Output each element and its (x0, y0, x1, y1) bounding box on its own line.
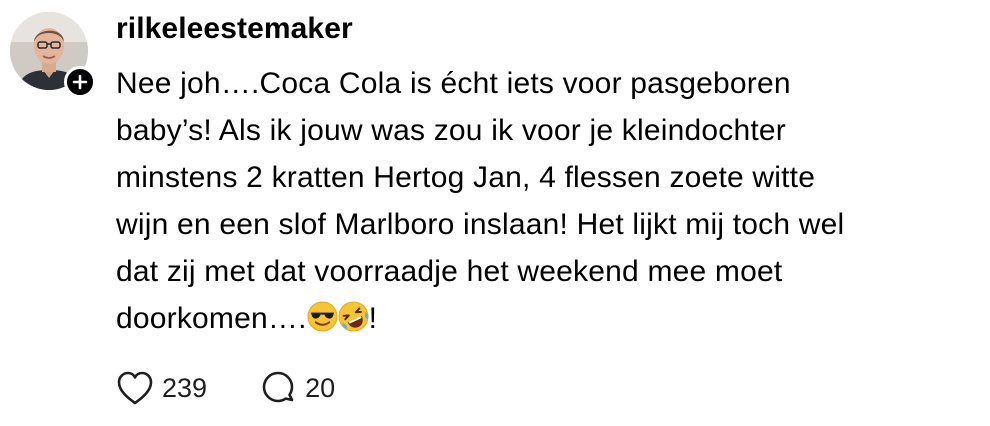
plus-icon (72, 74, 88, 90)
avatar-container (10, 12, 96, 98)
reply-button[interactable]: 20 (259, 366, 335, 410)
smiling-face-with-sunglasses-icon (307, 301, 338, 332)
rolling-on-the-floor-laughing-icon (338, 301, 369, 332)
follow-button[interactable] (64, 66, 96, 98)
reply-count: 20 (305, 373, 336, 403)
speech-bubble-icon (262, 371, 294, 403)
like-button[interactable]: 239 (116, 366, 207, 410)
comment-body: Nee joh….Coca Cola is écht iets voor pas… (116, 67, 845, 335)
like-count: 239 (162, 373, 208, 403)
comment-card: rilkeleestemaker Nee joh….Coca Cola is é… (0, 0, 990, 426)
comment-actions: 239 20 (116, 366, 335, 410)
comment-text: Nee joh….Coca Cola is écht iets voor pas… (116, 60, 966, 342)
username[interactable]: rilkeleestemaker (116, 9, 353, 49)
comment-trailing-text: ! (368, 302, 378, 335)
heart-icon (117, 371, 153, 405)
